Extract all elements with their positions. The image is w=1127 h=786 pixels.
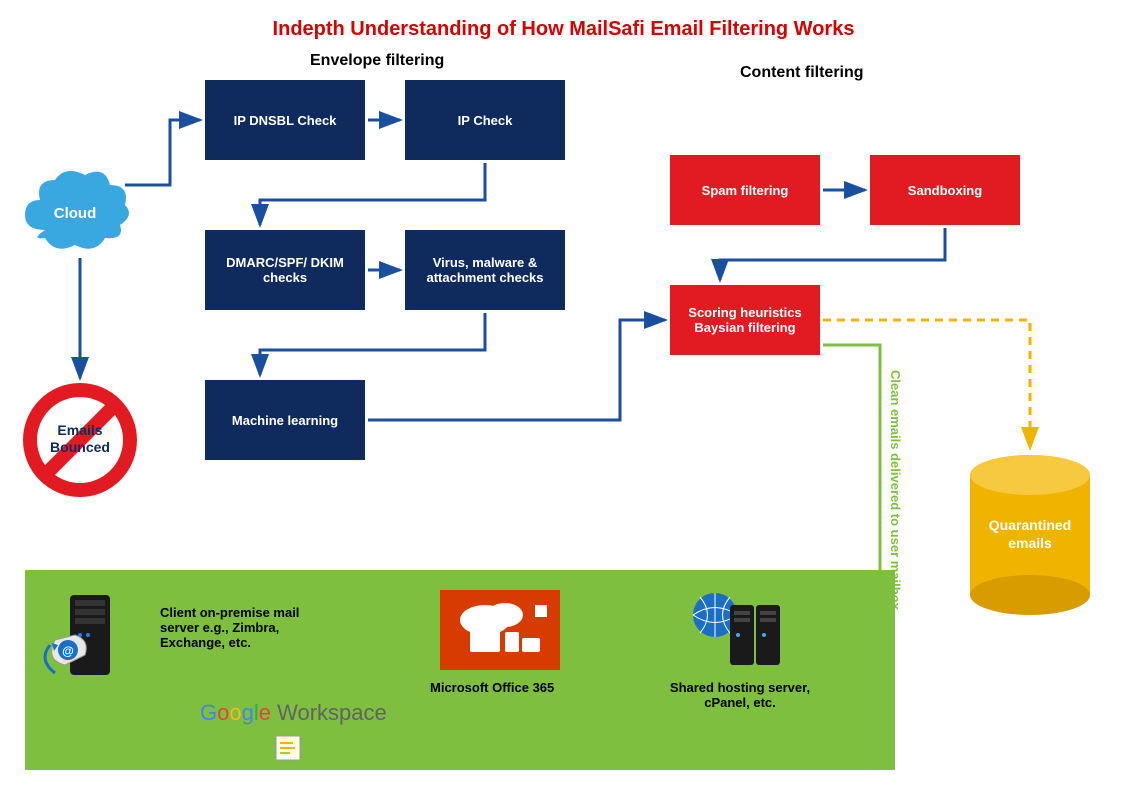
content-section-header: Content filtering (740, 64, 864, 82)
shared-text: Shared hosting server, cPanel, etc. (660, 680, 820, 710)
quarantine-label-2: emails (1008, 535, 1052, 551)
scoring-line1: Scoring heuristics (688, 305, 801, 320)
envelope-section-header: Envelope filtering (310, 52, 444, 70)
node-ip-check: IP Check (405, 80, 565, 160)
quarantine-label-1: Quarantined (989, 517, 1071, 533)
node-ml: Machine learning (205, 380, 365, 460)
google-workspace-logo: Google Workspace (200, 700, 387, 726)
node-virus: Virus, malware & attachment checks (405, 230, 565, 310)
node-dmarc: DMARC/SPF/ DKIM checks (205, 230, 365, 310)
bounced-line2: Bounced (50, 439, 110, 455)
onprem-text: Client on-premise mail server e.g., Zimb… (160, 605, 340, 650)
server-onprem-icon: @ (40, 585, 140, 685)
node-ip-dnsbl: IP DNSBL Check (205, 80, 365, 160)
cloud-icon: Cloud (15, 160, 135, 260)
note-icon (275, 735, 301, 761)
bounced-line1: Emails (57, 422, 102, 438)
cloud-label: Cloud (54, 205, 97, 222)
office365-text: Microsoft Office 365 (430, 680, 554, 695)
svg-text:@: @ (62, 644, 74, 658)
node-sandbox: Sandboxing (870, 155, 1020, 225)
no-entry-icon: Emails Bounced (20, 380, 140, 500)
scoring-line2: Baysian filtering (694, 320, 795, 335)
database-icon: Quarantined emails (960, 450, 1100, 620)
node-scoring: Scoring heuristics Baysian filtering (670, 285, 820, 355)
diagram-title: Indepth Understanding of How MailSafi Em… (0, 18, 1127, 41)
server-shared-icon (680, 585, 790, 675)
office365-icon (440, 590, 560, 670)
node-spam: Spam filtering (670, 155, 820, 225)
